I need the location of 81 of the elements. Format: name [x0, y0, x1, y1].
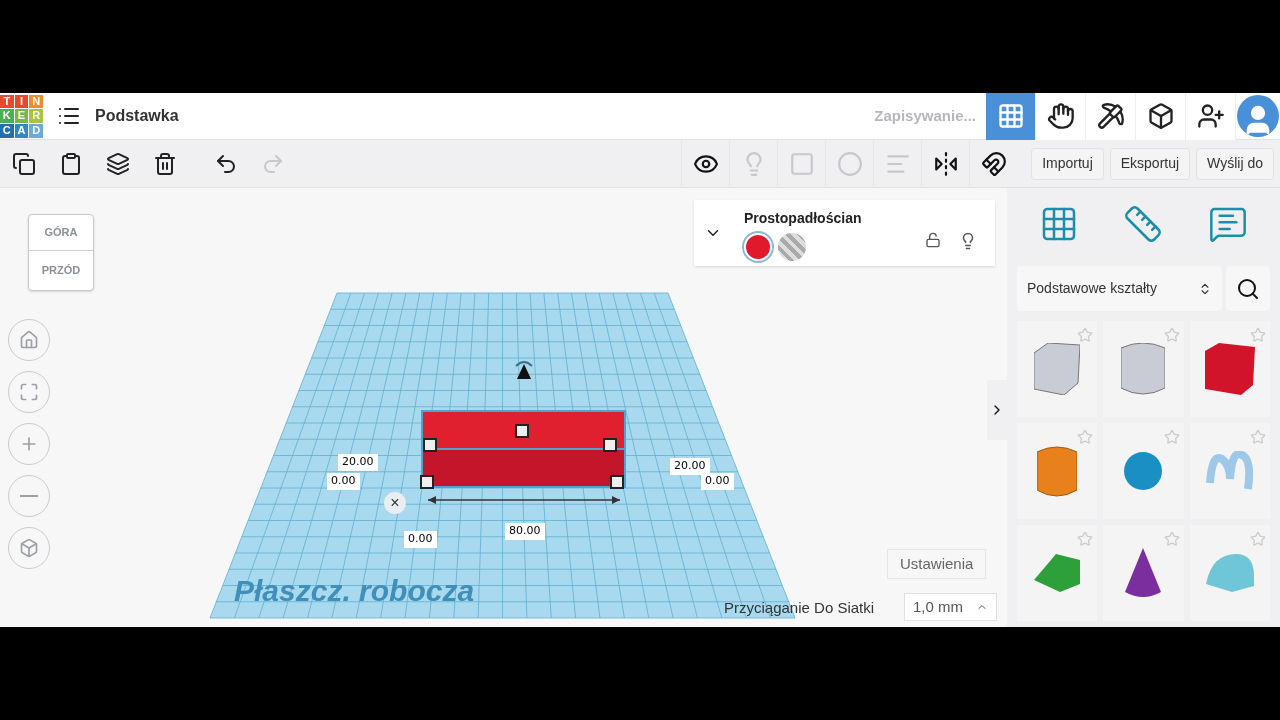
zoom-out-button[interactable] — [8, 475, 50, 517]
circle-icon — [836, 150, 863, 177]
cylinder-shape-icon — [1037, 445, 1078, 497]
star-icon[interactable] — [1163, 531, 1180, 547]
scribble-shape-icon — [1205, 451, 1254, 491]
ruler-icon — [1123, 204, 1164, 244]
cube-icon — [19, 538, 39, 558]
toolbar-text-button[interactable]: Importuj — [1031, 147, 1104, 180]
star-icon[interactable] — [1163, 327, 1180, 343]
dimension-label[interactable]: 20.00 — [670, 458, 710, 475]
shape-tile[interactable] — [1017, 423, 1098, 519]
logo-letter[interactable]: I — [14, 94, 29, 109]
cone-shape-icon — [1125, 548, 1162, 598]
hand-icon — [1046, 102, 1075, 130]
shape-tile[interactable] — [1103, 321, 1184, 417]
hole-swatch[interactable] — [778, 233, 806, 261]
star-icon[interactable] — [1077, 429, 1094, 445]
home-icon — [19, 330, 39, 350]
roof-shape-icon — [1034, 554, 1081, 592]
dimension-label[interactable]: 80.00 — [505, 523, 545, 540]
toolbar-text-button[interactable]: Wyślij do — [1196, 147, 1274, 180]
square-icon — [788, 150, 815, 177]
grid-icon — [996, 102, 1025, 130]
pickaxe-nav-button[interactable] — [1086, 92, 1136, 140]
search-button[interactable] — [1226, 266, 1270, 311]
snap-grid-select[interactable]: 1,0 mm — [904, 593, 997, 621]
star-icon[interactable] — [1250, 327, 1266, 343]
star-icon[interactable] — [1250, 531, 1266, 547]
panel-toggle-button[interactable] — [987, 380, 1007, 440]
design-title[interactable]: Podstawka — [95, 104, 179, 128]
zoom-in-button[interactable] — [8, 423, 50, 465]
dimension-label[interactable]: 0.00 — [701, 473, 734, 490]
star-icon[interactable] — [1163, 429, 1180, 445]
solid-color-swatch[interactable] — [744, 233, 772, 261]
hand-nav-button[interactable] — [1036, 92, 1086, 140]
category-select[interactable]: Podstawowe kształty — [1017, 266, 1222, 311]
magnet-icon — [980, 150, 1007, 177]
sphere-shape-icon — [1124, 452, 1163, 490]
add-user-icon — [1196, 102, 1225, 130]
cylinder-hole-shape-icon — [1121, 343, 1166, 395]
box-shape-drawing[interactable] — [420, 410, 626, 489]
layers-icon — [105, 151, 130, 176]
star-icon[interactable] — [1077, 327, 1094, 343]
fit-view-icon — [19, 382, 39, 402]
shape-tile[interactable] — [1017, 321, 1098, 417]
dimension-label[interactable]: 0.00 — [327, 473, 360, 490]
shape-tile[interactable] — [1017, 525, 1098, 621]
dimension-label[interactable]: 0.00 — [404, 531, 437, 548]
rotate-handle-icon[interactable] — [515, 361, 533, 379]
settings-button[interactable]: Ustawienia — [887, 549, 987, 579]
home-button[interactable] — [8, 319, 50, 361]
box-shape-icon — [1204, 343, 1255, 395]
shape-tile[interactable] — [1189, 321, 1270, 417]
trash-icon — [152, 151, 177, 176]
workplane-label: Płaszcz. robocza — [234, 573, 475, 609]
search-icon — [1236, 276, 1260, 301]
star-icon[interactable] — [1250, 429, 1266, 445]
star-icon[interactable] — [1077, 531, 1094, 547]
add-user-nav-button[interactable] — [1186, 92, 1236, 140]
cube-button[interactable] — [8, 527, 50, 569]
grid-nav-button[interactable] — [986, 92, 1036, 140]
logo-letter[interactable]: C — [0, 123, 14, 138]
shape-title: Prostopadłościan — [744, 209, 862, 228]
shape-tile[interactable] — [1103, 423, 1184, 519]
box-hole-shape-icon — [1034, 343, 1081, 395]
shape-tile[interactable] — [1103, 525, 1184, 621]
copy-icon — [11, 151, 36, 176]
cube-icon — [1146, 102, 1175, 130]
round-roof-shape-icon — [1205, 554, 1254, 592]
shape-tile[interactable] — [1189, 423, 1270, 519]
mirror-icon — [932, 150, 959, 177]
snap-grid-label: Przyciąganie Do Siatki — [724, 598, 875, 618]
pickaxe-icon — [1096, 102, 1125, 130]
fit-view-button[interactable] — [8, 371, 50, 413]
logo-letter[interactable]: T — [0, 94, 14, 109]
saving-status: Zapisywanie... — [874, 105, 976, 126]
shape-tile[interactable] — [1189, 525, 1270, 621]
logo-letter[interactable]: A — [14, 123, 29, 138]
dimension-label[interactable]: 20.00 — [338, 454, 378, 471]
toolbar-text-button[interactable]: Eksportuj — [1109, 147, 1191, 180]
unlock-icon[interactable] — [925, 232, 941, 248]
